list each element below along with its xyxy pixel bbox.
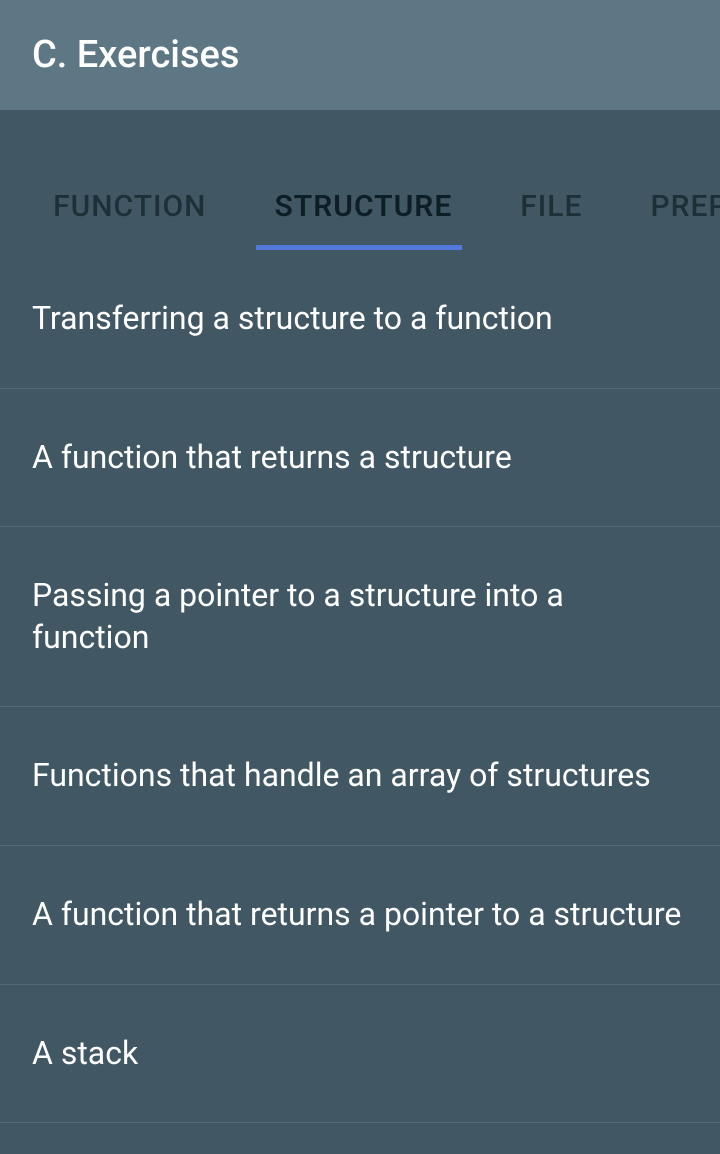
tab-function[interactable]: FUNCTION: [53, 189, 206, 224]
tab-bar: TER FUNCTION STRUCTURE FILE PREPRO: [0, 110, 720, 250]
list-item-label: Transferring a structure to a function: [32, 298, 688, 340]
list-item[interactable]: Functions that handle an array of struct…: [0, 707, 720, 846]
list-item-label: Functions that handle an array of struct…: [32, 755, 688, 797]
tab-indicator: [256, 245, 462, 250]
list-item-label: Passing a pointer to a structure into a …: [32, 575, 688, 658]
tab-structure[interactable]: STRUCTURE: [274, 189, 452, 224]
list-item[interactable]: A stack: [0, 985, 720, 1124]
list-item-label: A function that returns a pointer to a s…: [32, 894, 688, 936]
tab-prepro[interactable]: PREPRO: [650, 189, 720, 224]
tab-file[interactable]: FILE: [520, 189, 582, 224]
app-header: C. Exercises: [0, 0, 720, 110]
list-item-label: A function that returns a structure: [32, 437, 688, 479]
page-title: C. Exercises: [32, 33, 239, 77]
list-item-label: A stack: [32, 1033, 688, 1075]
list-item[interactable]: A function that returns a structure: [0, 389, 720, 528]
tab-strip: TER FUNCTION STRUCTURE FILE PREPRO: [0, 189, 720, 224]
exercise-list: Transferring a structure to a function A…: [0, 250, 720, 1123]
list-item[interactable]: Passing a pointer to a structure into a …: [0, 527, 720, 707]
list-item[interactable]: Transferring a structure to a function: [0, 250, 720, 389]
list-item[interactable]: A function that returns a pointer to a s…: [0, 846, 720, 985]
